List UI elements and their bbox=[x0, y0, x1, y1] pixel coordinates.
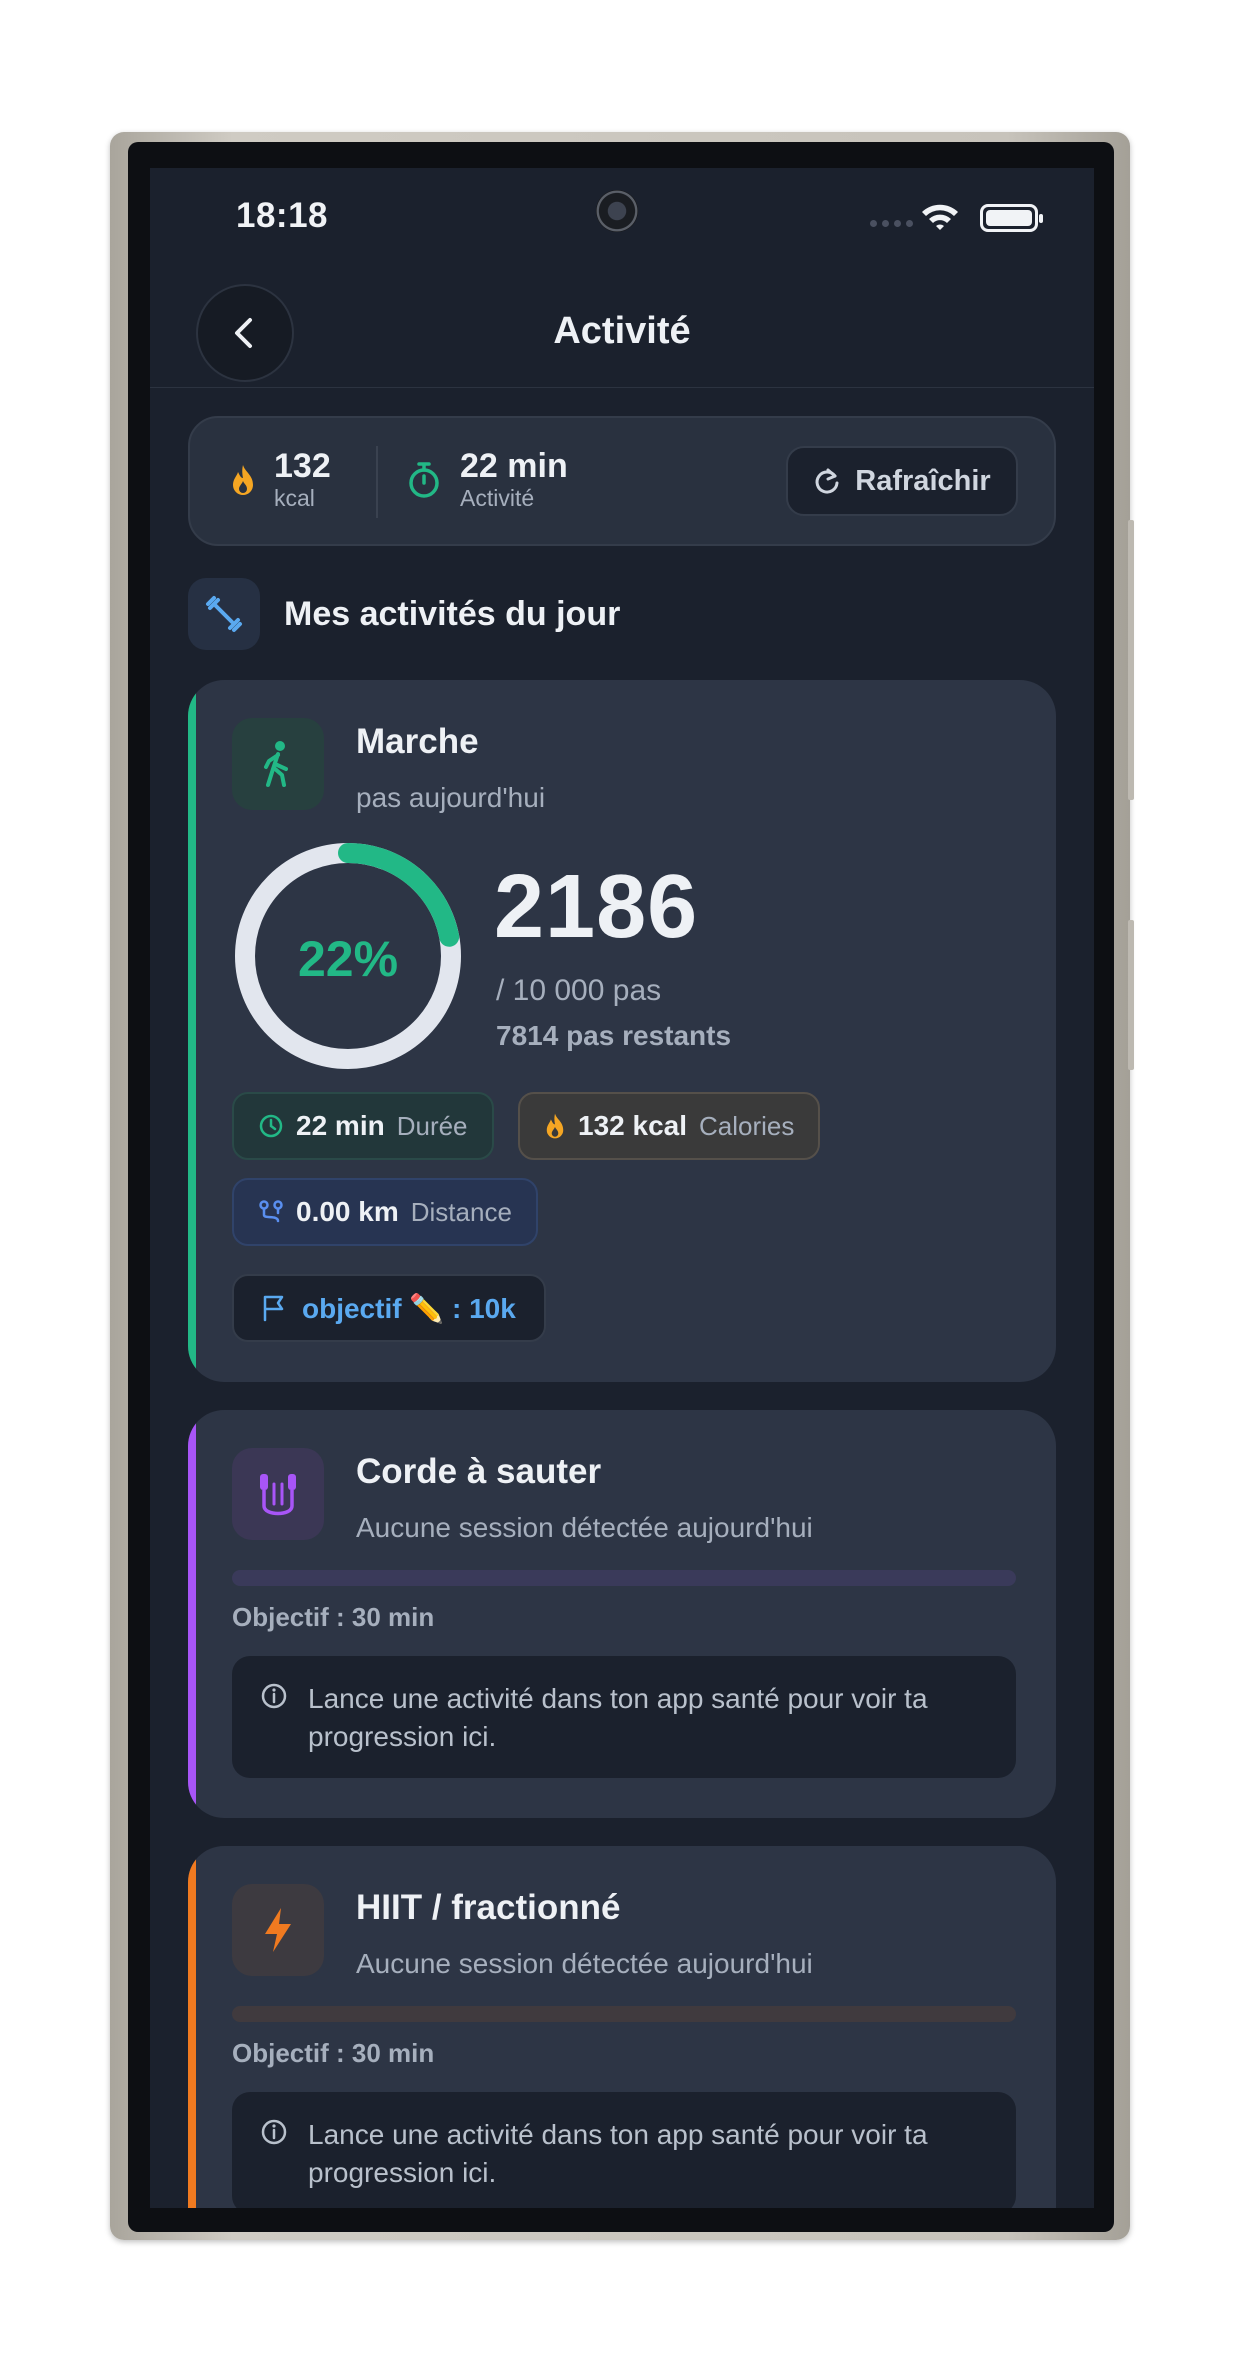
goal-pill-label: objectif ✏️ : 10k bbox=[302, 1292, 516, 1324]
duration-label: Durée bbox=[396, 1110, 468, 1141]
activity-label: Activité bbox=[460, 485, 535, 511]
info-icon bbox=[261, 1683, 287, 1709]
duration-value: 22 min bbox=[296, 1110, 385, 1141]
divider bbox=[376, 446, 378, 518]
card-subtitle: Aucune session détectée aujourd'hui bbox=[356, 1948, 813, 1979]
distance-label: Distance bbox=[410, 1196, 512, 1227]
status-bar: 18:18 bbox=[150, 168, 1094, 268]
progress-bar bbox=[232, 2006, 1016, 2022]
walking-icon bbox=[232, 718, 324, 810]
activity-summary: 22 min Activité bbox=[406, 448, 568, 512]
flag-icon bbox=[263, 1295, 284, 1322]
calories-value: 132 bbox=[274, 447, 331, 485]
header: Activité bbox=[150, 268, 1094, 388]
signal-icon bbox=[870, 220, 913, 227]
info-text: Lance une activité dans ton app santé po… bbox=[308, 2119, 928, 2188]
calories-chip: 132 kcal Calories bbox=[518, 1092, 821, 1160]
calories-summary: 132 kcal bbox=[230, 448, 331, 512]
card-title: Corde à sauter bbox=[356, 1452, 602, 1491]
activity-card-walking[interactable]: Marche pas aujourd'hui 22% 2186 / 10 000… bbox=[188, 680, 1056, 1382]
clock-icon bbox=[259, 1114, 283, 1138]
section-title: Mes activités du jour bbox=[284, 594, 621, 633]
stopwatch-icon bbox=[409, 462, 439, 498]
calories-chip-label: Calories bbox=[699, 1110, 795, 1141]
camera-icon bbox=[596, 190, 638, 232]
objective-label: Objectif : 30 min bbox=[232, 2038, 435, 2068]
summary-card: 132 kcal 22 min Activité Rafraîchir bbox=[188, 416, 1056, 546]
card-title: HIIT / fractionné bbox=[356, 1888, 621, 1927]
activity-card-hiit[interactable]: HIIT / fractionné Aucune session détecté… bbox=[188, 1846, 1056, 2208]
info-icon bbox=[261, 2119, 287, 2145]
status-time: 18:18 bbox=[236, 196, 329, 235]
activity-value: 22 min bbox=[460, 447, 568, 485]
distance-value: 0.00 km bbox=[296, 1196, 399, 1227]
screen: 18:18 Activité 132 kcal 22 min Activité … bbox=[150, 168, 1094, 2208]
steps-goal: / 10 000 pas bbox=[496, 974, 662, 1007]
jump-rope-icon bbox=[232, 1448, 324, 1540]
flame-icon bbox=[233, 465, 253, 495]
calories-chip-value: 132 kcal bbox=[578, 1110, 687, 1141]
objective-label: Objectif : 30 min bbox=[232, 1602, 435, 1632]
card-accent bbox=[188, 1846, 196, 2208]
card-subtitle: pas aujourd'hui bbox=[356, 782, 546, 813]
info-text: Lance une activité dans ton app santé po… bbox=[308, 1683, 928, 1752]
progress-percent: 22% bbox=[297, 931, 399, 987]
card-accent bbox=[188, 680, 196, 1382]
side-button bbox=[1128, 920, 1134, 1070]
side-button bbox=[1128, 520, 1134, 800]
route-icon bbox=[259, 1200, 283, 1223]
refresh-button[interactable]: Rafraîchir bbox=[786, 446, 1018, 516]
info-box: Lance une activité dans ton app santé po… bbox=[232, 2092, 1016, 2208]
progress-bar bbox=[232, 1570, 1016, 1586]
wifi-icon bbox=[922, 204, 958, 230]
lightning-icon bbox=[232, 1884, 324, 1976]
duration-chip: 22 min Durée bbox=[232, 1092, 494, 1160]
section-heading: Mes activités du jour bbox=[188, 578, 620, 650]
card-title: Marche bbox=[356, 722, 479, 761]
calories-unit: kcal bbox=[274, 485, 315, 511]
steps-remaining: 7814 pas restants bbox=[496, 1020, 732, 1051]
distance-chip: 0.00 km Distance bbox=[232, 1178, 538, 1246]
flame-icon bbox=[546, 1113, 564, 1139]
card-subtitle: Aucune session détectée aujourd'hui bbox=[356, 1512, 813, 1543]
refresh-icon bbox=[815, 468, 839, 494]
battery-icon bbox=[980, 204, 1043, 232]
activity-card-jump-rope[interactable]: Corde à sauter Aucune session détectée a… bbox=[188, 1410, 1056, 1818]
refresh-label: Rafraîchir bbox=[855, 464, 991, 497]
page-title: Activité bbox=[553, 310, 691, 352]
dumbbell-icon bbox=[188, 578, 260, 650]
edit-goal-button[interactable]: objectif ✏️ : 10k bbox=[232, 1274, 546, 1342]
card-accent bbox=[188, 1410, 196, 1818]
info-box: Lance une activité dans ton app santé po… bbox=[232, 1656, 1016, 1778]
steps-count: 2186 bbox=[494, 857, 699, 957]
